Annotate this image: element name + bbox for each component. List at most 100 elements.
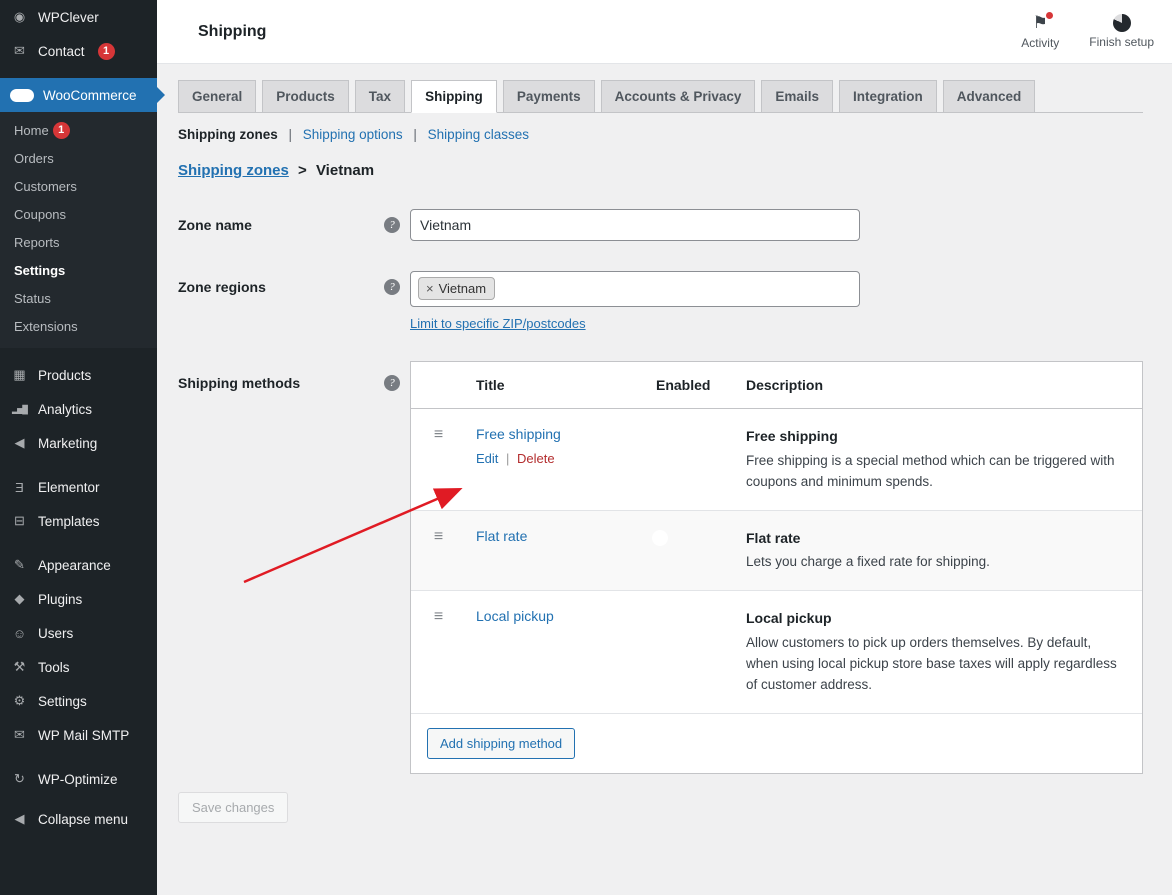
column-header-enabled: Enabled bbox=[656, 377, 746, 393]
shipping-subnav: Shipping zones | Shipping options | Ship… bbox=[178, 127, 1143, 142]
zone-regions-label: Zone regions bbox=[178, 279, 266, 295]
tab-general[interactable]: General bbox=[178, 80, 256, 113]
drag-handle-icon[interactable]: ≡ bbox=[411, 426, 466, 493]
drag-handle-icon[interactable]: ≡ bbox=[411, 608, 466, 695]
help-icon[interactable]: ? bbox=[384, 217, 400, 233]
current-menu-arrow bbox=[157, 87, 165, 103]
templates-icon: ⊟ bbox=[10, 513, 29, 529]
sidebar-subitem-customers[interactable]: Customers bbox=[0, 172, 157, 200]
collapse-arrow-icon: ◀ bbox=[10, 811, 29, 827]
admin-sidebar: ◉ WPClever ✉ Contact 1 woo WooCommerce H… bbox=[0, 0, 157, 895]
settings-gear-icon: ⚙ bbox=[10, 693, 29, 709]
subnav-separator: | bbox=[413, 127, 417, 142]
collapse-menu-button[interactable]: ◀ Collapse menu bbox=[0, 802, 157, 836]
table-row-flat-rate: ≡ Flat rate Flat rate Lets you charge a … bbox=[411, 511, 1142, 592]
zone-regions-field: × Vietnam Limit to specific ZIP/postcode… bbox=[410, 271, 860, 331]
sidebar-item-templates[interactable]: ⊟ Templates bbox=[0, 504, 157, 538]
sidebar-item-users[interactable]: ☺ Users bbox=[0, 616, 157, 650]
delete-link[interactable]: Delete bbox=[517, 451, 555, 466]
enabled-cell bbox=[656, 608, 746, 695]
column-header-description: Description bbox=[746, 377, 1122, 393]
sidebar-item-appearance[interactable]: ✎ Appearance bbox=[0, 548, 157, 582]
method-title-cell: Flat rate bbox=[466, 528, 656, 574]
region-tag: × Vietnam bbox=[418, 277, 495, 300]
sidebar-item-marketing[interactable]: ◀ Marketing bbox=[0, 426, 157, 460]
table-row-local-pickup: ≡ Local pickup Local pickup Allow custom… bbox=[411, 591, 1142, 713]
help-icon[interactable]: ? bbox=[384, 279, 400, 295]
methods-table-header: Title Enabled Description bbox=[411, 362, 1142, 409]
zone-regions-input[interactable]: × Vietnam bbox=[410, 271, 860, 307]
optimize-icon: ↻ bbox=[10, 771, 29, 787]
subitem-label: Coupons bbox=[14, 207, 66, 222]
actions-separator: | bbox=[506, 451, 509, 466]
sidebar-item-wp-mail-smtp[interactable]: ✉ WP Mail SMTP bbox=[0, 718, 157, 752]
subnav-shipping-classes[interactable]: Shipping classes bbox=[428, 127, 529, 142]
sidebar-item-label: Templates bbox=[38, 514, 100, 529]
zone-name-input[interactable] bbox=[410, 209, 860, 241]
sidebar-item-label: Tools bbox=[38, 660, 70, 675]
tab-advanced[interactable]: Advanced bbox=[943, 80, 1036, 113]
home-count-badge: 1 bbox=[53, 122, 70, 139]
activity-label: Activity bbox=[1021, 36, 1059, 50]
sidebar-item-products[interactable]: ▦ Products bbox=[0, 358, 157, 392]
tab-integration[interactable]: Integration bbox=[839, 80, 937, 113]
sidebar-item-label: Marketing bbox=[38, 436, 97, 451]
settings-tabs: General Products Tax Shipping Payments A… bbox=[178, 80, 1143, 113]
breadcrumb-current-zone: Vietnam bbox=[316, 162, 374, 179]
contact-count-badge: 1 bbox=[98, 43, 115, 60]
sidebar-subitem-settings[interactable]: Settings bbox=[0, 256, 157, 284]
edit-link[interactable]: Edit bbox=[476, 451, 498, 466]
tab-payments[interactable]: Payments bbox=[503, 80, 595, 113]
activity-button[interactable]: ⚑ Activity bbox=[1021, 13, 1059, 50]
sidebar-subitem-home[interactable]: Home 1 bbox=[0, 116, 157, 144]
zone-regions-label-cell: Zone regions ? bbox=[178, 271, 410, 303]
method-desc-text: Lets you charge a fixed rate for shippin… bbox=[746, 554, 990, 569]
tools-icon: ⚒ bbox=[10, 659, 29, 675]
remove-region-icon[interactable]: × bbox=[426, 281, 434, 296]
sidebar-item-wpclever[interactable]: ◉ WPClever bbox=[0, 0, 157, 34]
sidebar-subitem-coupons[interactable]: Coupons bbox=[0, 200, 157, 228]
flat-rate-link[interactable]: Flat rate bbox=[476, 528, 527, 544]
tab-shipping[interactable]: Shipping bbox=[411, 80, 497, 113]
table-row-free-shipping: ≡ Free shipping Edit | Delete Free shipp… bbox=[411, 409, 1142, 511]
activity-flag-icon: ⚑ bbox=[1033, 13, 1048, 33]
sidebar-item-elementor[interactable]: Ǝ Elementor bbox=[0, 470, 157, 504]
zone-name-label-cell: Zone name ? bbox=[178, 209, 410, 241]
subnav-shipping-options[interactable]: Shipping options bbox=[303, 127, 403, 142]
row-actions: Edit | Delete bbox=[476, 451, 656, 466]
save-changes-button[interactable]: Save changes bbox=[178, 792, 288, 823]
add-shipping-method-button[interactable]: Add shipping method bbox=[427, 728, 575, 759]
tab-accounts-privacy[interactable]: Accounts & Privacy bbox=[601, 80, 756, 113]
sidebar-subitem-extensions[interactable]: Extensions bbox=[0, 312, 157, 340]
sidebar-item-wp-optimize[interactable]: ↻ WP-Optimize bbox=[0, 762, 157, 796]
breadcrumb: Shipping zones > Vietnam bbox=[178, 162, 1143, 179]
setup-progress-icon bbox=[1113, 14, 1131, 32]
subnav-shipping-zones[interactable]: Shipping zones bbox=[178, 127, 278, 142]
sidebar-item-tools[interactable]: ⚒ Tools bbox=[0, 650, 157, 684]
sidebar-item-analytics[interactable]: ▂▅█ Analytics bbox=[0, 392, 157, 426]
sidebar-subitem-reports[interactable]: Reports bbox=[0, 228, 157, 256]
sidebar-item-contact[interactable]: ✉ Contact 1 bbox=[0, 34, 157, 68]
local-pickup-link[interactable]: Local pickup bbox=[476, 608, 554, 624]
sidebar-item-plugins[interactable]: ◆ Plugins bbox=[0, 582, 157, 616]
sidebar-subitem-status[interactable]: Status bbox=[0, 284, 157, 312]
woocommerce-icon: woo bbox=[10, 89, 34, 102]
drag-handle-icon[interactable]: ≡ bbox=[411, 528, 466, 574]
sidebar-item-settings[interactable]: ⚙ Settings bbox=[0, 684, 157, 718]
limit-postcodes-link[interactable]: Limit to specific ZIP/postcodes bbox=[410, 316, 586, 331]
elementor-icon: Ǝ bbox=[10, 480, 29, 495]
finish-setup-button[interactable]: Finish setup bbox=[1089, 13, 1154, 50]
region-tag-label: Vietnam bbox=[439, 281, 486, 296]
tab-tax[interactable]: Tax bbox=[355, 80, 405, 113]
woocommerce-submenu: Home 1 Orders Customers Coupons Reports … bbox=[0, 112, 157, 348]
sidebar-item-label: WPClever bbox=[38, 10, 99, 25]
zone-name-row: Zone name ? bbox=[178, 209, 1143, 241]
help-icon[interactable]: ? bbox=[384, 375, 400, 391]
free-shipping-link[interactable]: Free shipping bbox=[476, 426, 561, 442]
sidebar-subitem-orders[interactable]: Orders bbox=[0, 144, 157, 172]
sidebar-item-woocommerce[interactable]: woo WooCommerce bbox=[0, 78, 157, 112]
breadcrumb-shipping-zones-link[interactable]: Shipping zones bbox=[178, 162, 289, 179]
sidebar-item-label: Elementor bbox=[38, 480, 100, 495]
tab-products[interactable]: Products bbox=[262, 80, 349, 113]
tab-emails[interactable]: Emails bbox=[761, 80, 833, 113]
